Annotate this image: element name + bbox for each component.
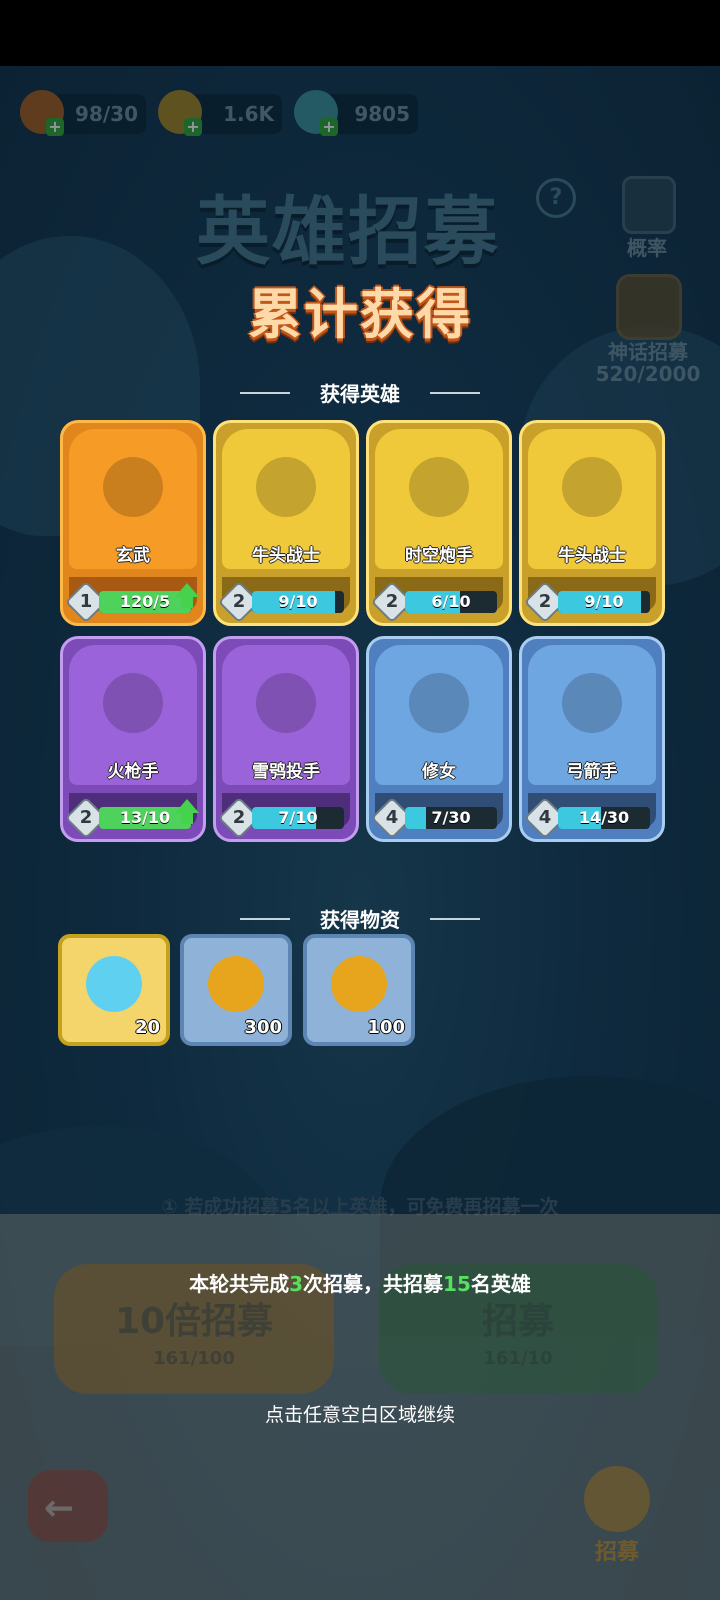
- hero-card[interactable]: 牛头战士 2 9/10: [213, 420, 359, 626]
- upgrade-arrow-icon: [181, 596, 193, 608]
- hero-level: 2: [79, 807, 93, 828]
- recruit-10x-label: 10倍招募: [114, 1301, 274, 1342]
- hero-name: 玄武: [116, 546, 150, 566]
- hero-progress-bar: 7/30: [405, 807, 497, 829]
- hero-progress-text: 14/30: [578, 808, 630, 827]
- crystal-icon: [86, 956, 142, 1012]
- upgrade-arrow-icon: [175, 799, 199, 813]
- hero-face-icon: [584, 1466, 650, 1532]
- hero-progress-bar: 9/10: [252, 591, 344, 613]
- hero-progress-bar: 14/30: [558, 807, 650, 829]
- hero-portrait-icon: [103, 673, 163, 733]
- hero-name: 弓箭手: [566, 762, 618, 782]
- items-section-header: 获得物资: [240, 904, 480, 934]
- result-title: 累计获得: [248, 283, 472, 346]
- mythic-count: 520/2000: [595, 362, 701, 386]
- recruit-nav-button[interactable]: 招募: [572, 1466, 662, 1565]
- hero-name: 牛头战士: [252, 546, 320, 566]
- hero-level: 2: [538, 591, 552, 612]
- hero-progress-bar: 7/10: [252, 807, 344, 829]
- divider: [430, 392, 480, 394]
- hero-portrait-icon: [409, 457, 469, 517]
- hero-progress-text: 7/30: [431, 808, 471, 827]
- hero-name: 火枪手: [107, 762, 159, 782]
- hero-card[interactable]: 雪鸮投手 2 7/10: [213, 636, 359, 842]
- upgrade-arrow-icon: [181, 812, 193, 824]
- back-arrow-icon: ←: [44, 1488, 75, 1529]
- hero-level: 2: [232, 807, 246, 828]
- item-quantity: 20: [134, 1017, 160, 1038]
- hero-card[interactable]: 玄武 1 120/5: [60, 420, 206, 626]
- hero-card[interactable]: 牛头战士 2 9/10: [519, 420, 665, 626]
- crystal-resource[interactable]: + 9805: [294, 90, 418, 136]
- hero-progress-text: 9/10: [584, 592, 624, 611]
- hero-portrait-icon: [256, 457, 316, 517]
- divider: [430, 918, 480, 920]
- item-quantity: 300: [244, 1017, 282, 1038]
- hero-progress-text: 9/10: [278, 592, 318, 611]
- upgrade-arrow-icon: [175, 583, 199, 597]
- recruit-summary: 本轮共完成3次招募，共招募15名英雄: [0, 1268, 720, 1297]
- heroes-section-header: 获得英雄: [240, 378, 480, 408]
- summary-mid: 次招募，共招募: [303, 1272, 444, 1296]
- hero-progress-bar: 9/10: [558, 591, 650, 613]
- probability-button[interactable]: 概率: [612, 170, 682, 260]
- hero-name: 时空炮手: [405, 546, 473, 566]
- hero-progress-text: 7/10: [278, 808, 318, 827]
- energy-value: 98/30: [75, 102, 138, 126]
- help-icon[interactable]: ?: [536, 178, 576, 218]
- recruit-cost: 161/10: [483, 1348, 553, 1369]
- reward-item[interactable]: 100: [303, 934, 415, 1046]
- hero-level: 2: [232, 591, 246, 612]
- crystal-value: 9805: [354, 102, 410, 126]
- hero-level: 4: [385, 807, 399, 828]
- summary-count: 15: [443, 1272, 471, 1296]
- gold-coin-icon: [208, 956, 264, 1012]
- hero-name: 修女: [422, 762, 456, 782]
- hero-progress-bar: 6/10: [405, 591, 497, 613]
- mythic-recruit-button[interactable]: 神话招募 520/2000: [588, 272, 708, 392]
- recruit-label: 招募: [481, 1301, 554, 1342]
- hero-portrait-icon: [562, 457, 622, 517]
- summary-suffix: 名英雄: [470, 1272, 531, 1296]
- screen[interactable]: + 98/30 + 1.6K + 9805 英雄招募 ? 概率 神话招募 520…: [0, 0, 720, 1600]
- item-quantity: 100: [367, 1017, 405, 1038]
- summary-times: 3: [289, 1272, 304, 1296]
- hero-portrait-icon: [256, 673, 316, 733]
- hero-progress-text: 6/10: [431, 592, 471, 611]
- hero-portrait-icon: [562, 673, 622, 733]
- hero-card[interactable]: 火枪手 2 13/10: [60, 636, 206, 842]
- plus-icon[interactable]: +: [46, 118, 64, 136]
- hero-level: 4: [538, 807, 552, 828]
- hero-card[interactable]: 修女 4 7/30: [366, 636, 512, 842]
- probability-label: 概率: [627, 236, 667, 260]
- page-title: 英雄招募: [196, 189, 500, 275]
- hero-name: 牛头战士: [558, 546, 626, 566]
- plus-icon[interactable]: +: [184, 118, 202, 136]
- hero-level: 1: [79, 591, 93, 612]
- hero-level: 2: [385, 591, 399, 612]
- continue-hint: 点击任意空白区域继续: [264, 1404, 455, 1426]
- status-bar: [0, 0, 720, 66]
- recruit-nav-label: 招募: [594, 1540, 639, 1565]
- hero-card[interactable]: 时空炮手 2 6/10: [366, 420, 512, 626]
- gold-coin-icon: [331, 956, 387, 1012]
- hero-portrait-icon: [103, 457, 163, 517]
- hero-card[interactable]: 弓箭手 4 14/30: [519, 636, 665, 842]
- reward-item[interactable]: 300: [180, 934, 292, 1046]
- back-button[interactable]: ←: [28, 1470, 108, 1542]
- plus-icon[interactable]: +: [320, 118, 338, 136]
- hero-portrait-icon: [409, 673, 469, 733]
- gold-resource[interactable]: + 1.6K: [158, 90, 282, 136]
- hero-name: 雪鸮投手: [252, 762, 320, 782]
- summary-prefix: 本轮共完成: [189, 1272, 290, 1296]
- gold-value: 1.6K: [223, 102, 274, 126]
- document-icon: [622, 176, 676, 234]
- recruit-10x-cost: 161/100: [153, 1348, 235, 1369]
- mythic-label: 神话招募: [608, 340, 688, 364]
- mythic-badge-icon: [616, 274, 682, 340]
- reward-item[interactable]: 20: [58, 934, 170, 1046]
- energy-resource[interactable]: + 98/30: [20, 90, 146, 136]
